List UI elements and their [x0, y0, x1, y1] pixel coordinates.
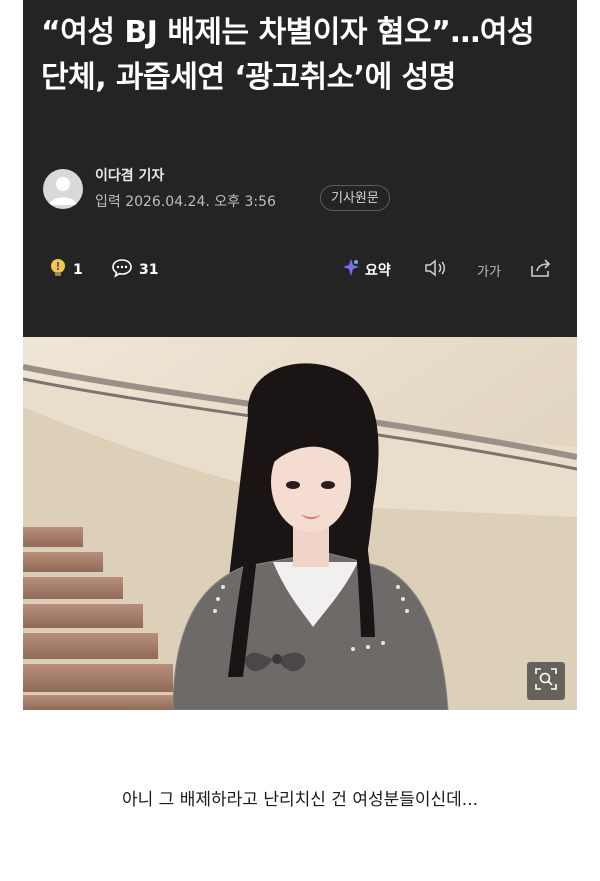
action-bar: 1 31 요약 가가	[41, 255, 561, 285]
reaction-count: 1	[73, 262, 83, 278]
post-caption: 아니 그 배제하라고 난리치신 건 여성분들이신데...	[121, 790, 479, 810]
article-dateline: 입력 2026.04.24. 오후 3:56	[95, 194, 276, 210]
reporter-avatar[interactable]	[43, 169, 83, 209]
comment-button[interactable]: 31	[111, 255, 158, 285]
byline: 이다겸 기자 입력 2026.04.24. 오후 3:56 기사원문	[43, 165, 563, 215]
listen-button[interactable]	[423, 255, 449, 285]
zoom-button[interactable]	[527, 662, 565, 700]
article-header: “여성 BJ 배제는 차별이자 혐오”…여성단체, 과즙세연 ‘광고취소’에 성…	[23, 0, 577, 337]
original-article-button[interactable]: 기사원문	[320, 185, 390, 211]
article-headline: “여성 BJ 배제는 차별이자 혐오”…여성단체, 과즙세연 ‘광고취소’에 성…	[41, 15, 535, 95]
text-size-icon: 가가	[477, 264, 501, 280]
summary-button[interactable]: 요약	[341, 255, 391, 285]
reporter-name[interactable]: 이다겸 기자	[95, 165, 164, 185]
lightbulb-icon	[49, 258, 67, 282]
ai-sparkle-icon	[341, 258, 361, 282]
font-size-button[interactable]: 가가	[477, 255, 501, 285]
speech-bubble-icon	[111, 258, 133, 282]
reaction-button[interactable]: 1	[49, 255, 83, 285]
speaker-icon	[423, 258, 449, 282]
summary-label: 요약	[365, 263, 391, 279]
share-button[interactable]	[529, 255, 553, 285]
share-icon	[529, 257, 553, 283]
article-photo[interactable]	[23, 337, 577, 710]
zoom-search-icon	[534, 667, 558, 695]
comment-count: 31	[139, 262, 159, 278]
